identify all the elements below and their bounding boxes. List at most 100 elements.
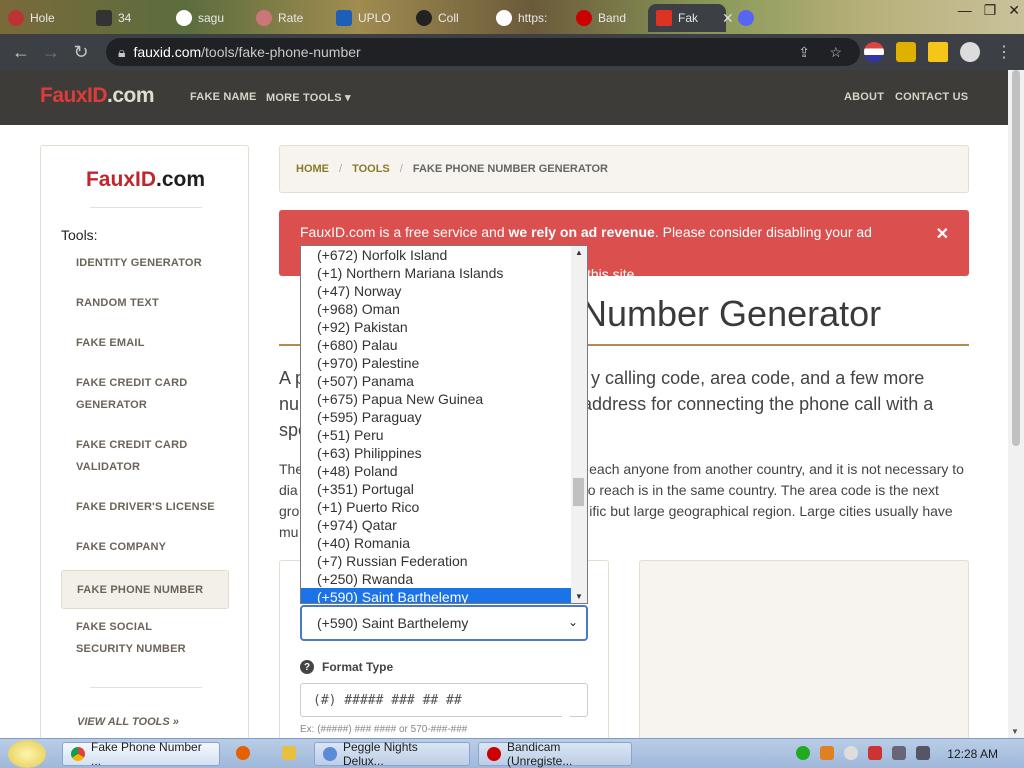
browser-tab[interactable]: 34 <box>88 4 139 32</box>
format-type-input[interactable]: (#) ##### ### ## ## <box>300 683 588 717</box>
tray-network-icon[interactable] <box>892 746 906 760</box>
view-all-tools-link[interactable]: VIEW ALL TOOLS » <box>77 716 179 728</box>
tray-status-icon[interactable] <box>796 746 810 760</box>
tab-label: Coll <box>438 11 459 25</box>
browser-tab[interactable]: Hole <box>0 4 63 32</box>
url-path: /tools/fake-phone-number <box>201 44 361 60</box>
page-scroll-thumb[interactable] <box>1012 70 1020 446</box>
country-option[interactable]: (+92) Pakistan <box>301 318 587 336</box>
sidebar-item-fake-phone-number[interactable]: FAKE PHONE NUMBER <box>61 570 229 609</box>
sidebar-item-fake-social-security-number[interactable]: FAKE SOCIAL SECURITY NUMBER <box>61 616 201 660</box>
sidebar-item-fake-drivers-license[interactable]: FAKE DRIVER'S LICENSE <box>61 496 229 518</box>
share-icon[interactable]: ⇪ <box>798 44 810 61</box>
nav-fake-name[interactable]: FAKE NAME <box>190 91 257 103</box>
browser-tab-active[interactable]: Fak ✕ <box>648 4 734 32</box>
tab-favicon-icon <box>96 10 112 26</box>
breadcrumb-home[interactable]: HOME <box>296 163 329 175</box>
scroll-down-icon[interactable]: ▼ <box>575 592 583 601</box>
sidebar-logo[interactable]: FauxID.com <box>41 168 250 192</box>
country-option[interactable]: (+968) Oman <box>301 300 587 318</box>
country-option[interactable]: (+590) Saint Barthelemy <box>301 588 587 603</box>
lock-icon: 🔒︎ <box>118 43 126 60</box>
google-icon <box>176 10 192 26</box>
nav-more-tools[interactable]: MORE TOOLS ▾ <box>266 91 351 104</box>
sidebar-item-random-text[interactable]: RANDOM TEXT <box>61 292 229 314</box>
country-option[interactable]: (+595) Paraguay <box>301 408 587 426</box>
browser-tab[interactable]: Rate <box>248 4 311 32</box>
tray-emoji-icon[interactable] <box>844 746 858 760</box>
taskbar-item-peggle[interactable]: Peggle Nights Delux... <box>314 740 470 768</box>
browser-tab[interactable]: UPLO <box>328 4 399 32</box>
country-option[interactable]: (+1) Puerto Rico <box>301 498 587 516</box>
breadcrumb-separator: / <box>399 163 403 175</box>
country-option[interactable]: (+63) Philippines <box>301 444 587 462</box>
bookmark-star-icon[interactable]: ☆ <box>829 44 842 61</box>
scroll-up-icon[interactable]: ▲ <box>575 248 583 257</box>
browser-tab[interactable]: Band <box>568 4 634 32</box>
profile-avatar-icon[interactable] <box>960 42 980 62</box>
country-option[interactable]: (+675) Papua New Guinea <box>301 390 587 408</box>
divider <box>90 687 202 688</box>
breadcrumb-tools[interactable]: TOOLS <box>352 163 390 175</box>
country-dropdown-list[interactable]: (+672) Norfolk Island (+1) Northern Maria… <box>300 245 588 604</box>
browser-tab[interactable]: sagu <box>168 4 232 32</box>
minimize-icon[interactable]: — <box>958 2 972 19</box>
page-scrollbar[interactable]: ▲ ▼ <box>1008 70 1024 738</box>
close-icon[interactable]: ✕ <box>936 224 949 245</box>
country-option[interactable]: (+970) Palestine <box>301 354 587 372</box>
taskbar-item-bandicam[interactable]: Bandicam (Unregiste... <box>478 740 632 768</box>
browser-toolbar: ← → ↻ 🔒︎ fauxid.com/tools/fake-phone-num… <box>0 34 1024 70</box>
tray-volume-icon[interactable] <box>916 746 930 760</box>
browser-tab[interactable]: https: <box>488 4 555 32</box>
tray-flag-icon[interactable] <box>868 746 882 760</box>
nav-about[interactable]: ABOUT <box>844 91 884 103</box>
forward-icon[interactable]: → <box>36 42 66 63</box>
country-option[interactable]: (+48) Poland <box>301 462 587 480</box>
nav-contact[interactable]: CONTACT US <box>895 91 968 103</box>
scroll-down-icon[interactable]: ▼ <box>1011 727 1019 736</box>
browser-menu-icon[interactable]: ⋮ <box>996 42 1012 62</box>
close-window-icon[interactable]: ✕ <box>1008 2 1020 19</box>
dropdown-scrollbar[interactable]: ▲ ▼ <box>571 246 587 603</box>
sidebar-item-fake-company[interactable]: FAKE COMPANY <box>61 536 229 558</box>
maximize-icon[interactable]: ❐ <box>984 2 997 19</box>
country-option[interactable]: (+351) Portugal <box>301 480 587 498</box>
tab-counter: 34 <box>118 11 132 25</box>
browser-tab[interactable] <box>730 4 762 32</box>
format-type-label: ? Format Type <box>300 660 393 674</box>
address-bar[interactable]: 🔒︎ fauxid.com/tools/fake-phone-number ⇪ … <box>106 38 860 66</box>
dropdown-scroll-thumb[interactable] <box>573 478 584 506</box>
extensions-puzzle-icon[interactable] <box>896 42 916 62</box>
country-option[interactable]: (+7) Russian Federation <box>301 552 587 570</box>
taskbar-item-browser[interactable]: Fake Phone Number ... <box>62 740 220 768</box>
country-option[interactable]: (+680) Palau <box>301 336 587 354</box>
site-logo[interactable]: FauxID.com <box>40 84 155 108</box>
help-icon[interactable]: ? <box>300 660 314 674</box>
tools-sidebar: FauxID.com Tools: IDENTITY GENERATOR RAN… <box>40 145 249 738</box>
country-option[interactable]: (+672) Norfolk Island <box>301 246 587 264</box>
sidepanel-icon[interactable] <box>928 42 948 62</box>
firefox-icon[interactable] <box>236 746 250 760</box>
sidebar-item-fake-credit-card-validator[interactable]: FAKE CREDIT CARD VALIDATOR <box>61 434 191 478</box>
country-option[interactable]: (+1) Northern Mariana Islands <box>301 264 587 282</box>
start-button[interactable] <box>8 740 46 768</box>
sidebar-item-fake-email[interactable]: FAKE EMAIL <box>61 332 229 354</box>
taskbar-label: Fake Phone Number ... <box>91 740 202 768</box>
extension-flag-icon[interactable] <box>864 42 884 62</box>
sidebar-item-fake-credit-card-generator[interactable]: FAKE CREDIT CARD GENERATOR <box>61 372 191 416</box>
country-option[interactable]: (+974) Qatar <box>301 516 587 534</box>
country-option[interactable]: (+51) Peru <box>301 426 587 444</box>
country-option[interactable]: (+507) Panama <box>301 372 587 390</box>
reload-icon[interactable]: ↻ <box>66 42 96 63</box>
tray-search-icon[interactable] <box>820 746 834 760</box>
country-option[interactable]: (+40) Romania <box>301 534 587 552</box>
folder-icon[interactable] <box>282 746 296 760</box>
country-option[interactable]: (+250) Rwanda <box>301 570 587 588</box>
tab-label: https: <box>518 11 548 25</box>
record-icon <box>487 747 501 761</box>
country-option[interactable]: (+47) Norway <box>301 282 587 300</box>
country-code-select[interactable]: (+590) Saint Barthelemy ⌄ <box>300 605 588 641</box>
browser-tab[interactable]: Coll <box>408 4 467 32</box>
back-icon[interactable]: ← <box>6 42 36 63</box>
sidebar-item-identity-generator[interactable]: IDENTITY GENERATOR <box>61 252 229 274</box>
